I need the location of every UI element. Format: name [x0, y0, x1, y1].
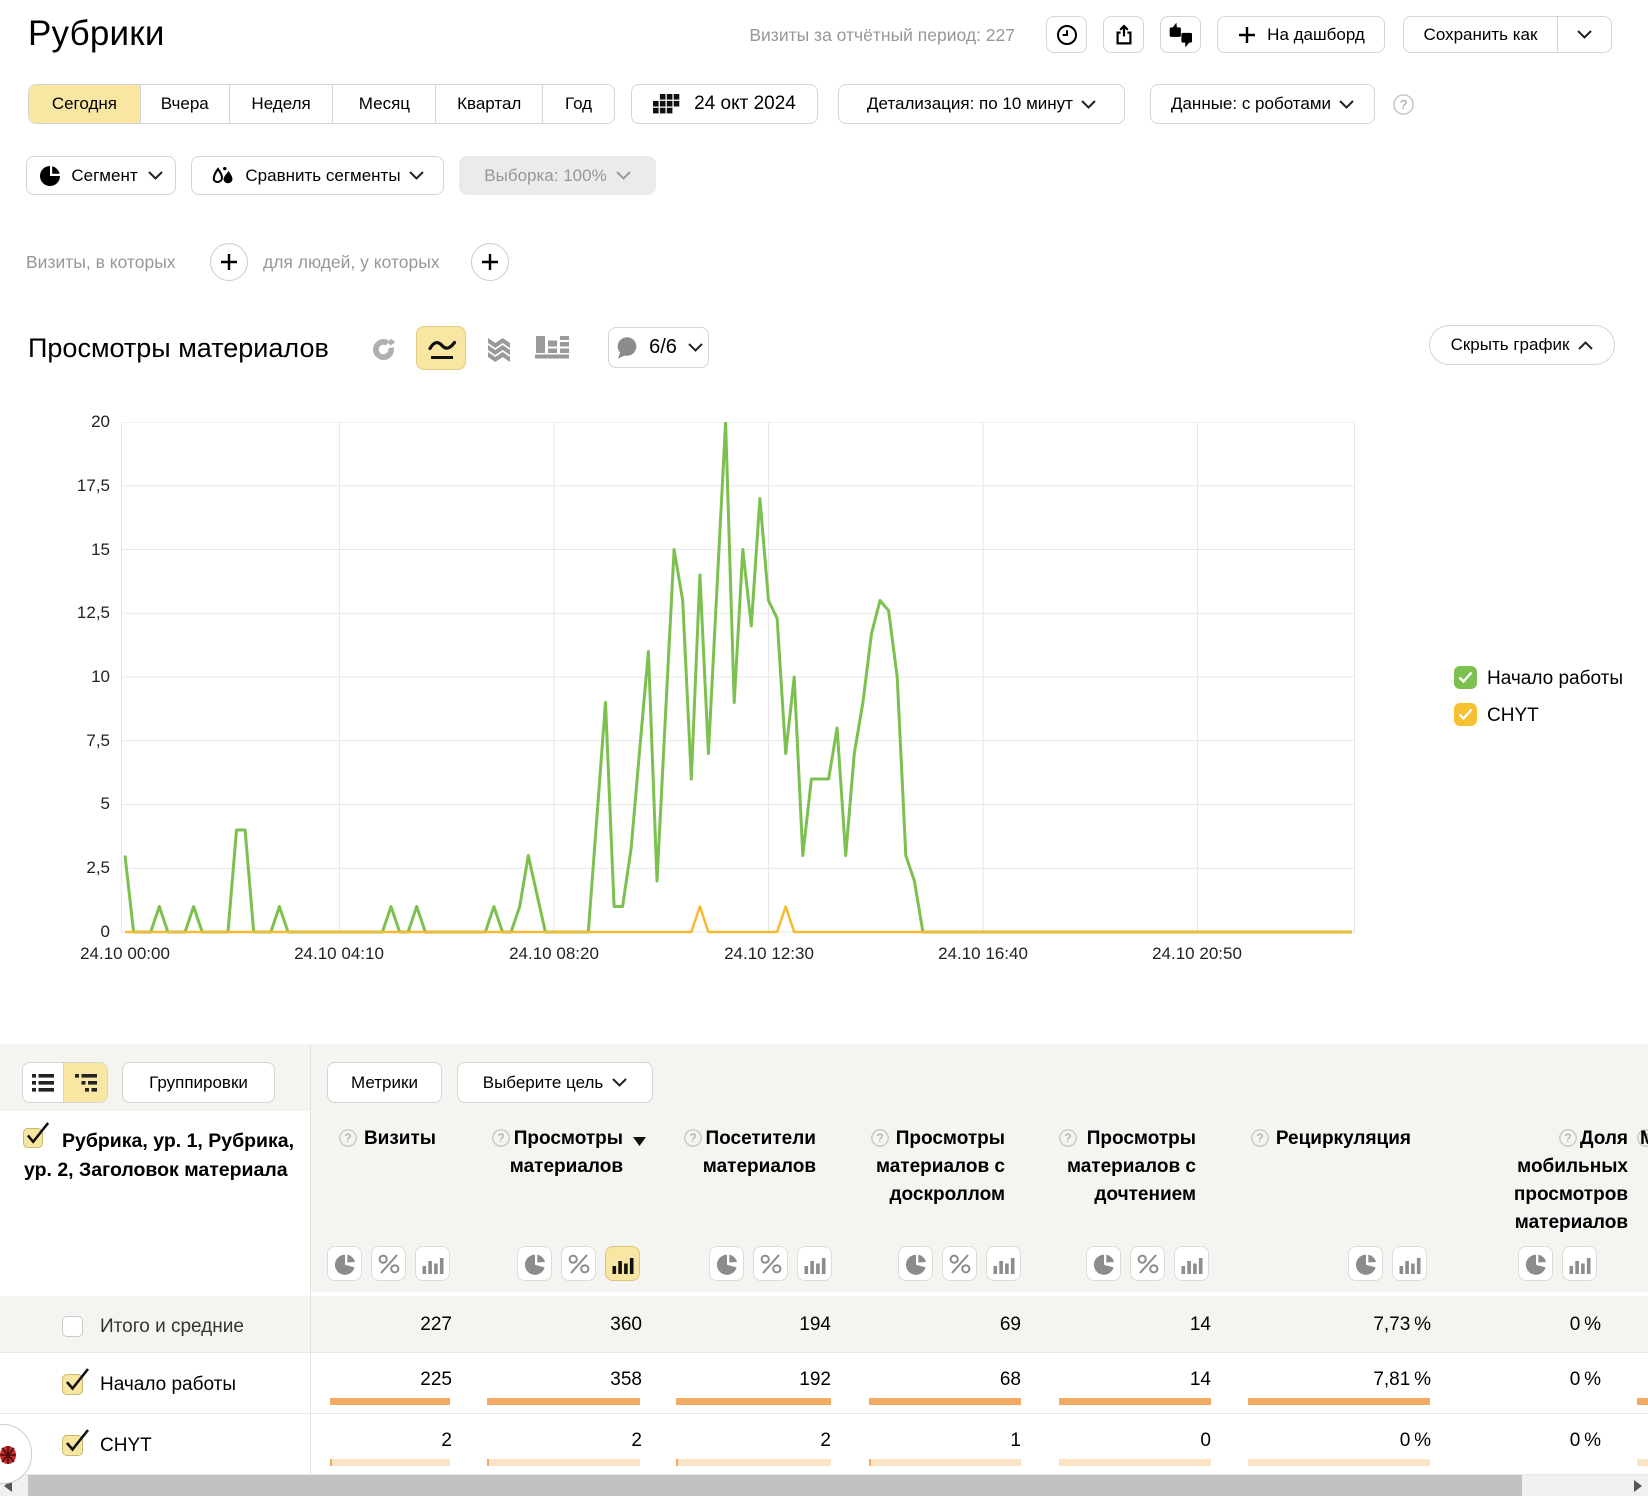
svg-text:?: ? — [1257, 1133, 1263, 1145]
svg-text:?: ? — [877, 1133, 883, 1145]
svg-text:?: ? — [1400, 97, 1407, 112]
svg-text:?: ? — [1065, 1133, 1071, 1145]
svg-text:?: ? — [1565, 1133, 1571, 1145]
svg-text:?: ? — [498, 1133, 504, 1145]
svg-text:?: ? — [690, 1133, 696, 1145]
svg-text:?: ? — [345, 1133, 351, 1145]
